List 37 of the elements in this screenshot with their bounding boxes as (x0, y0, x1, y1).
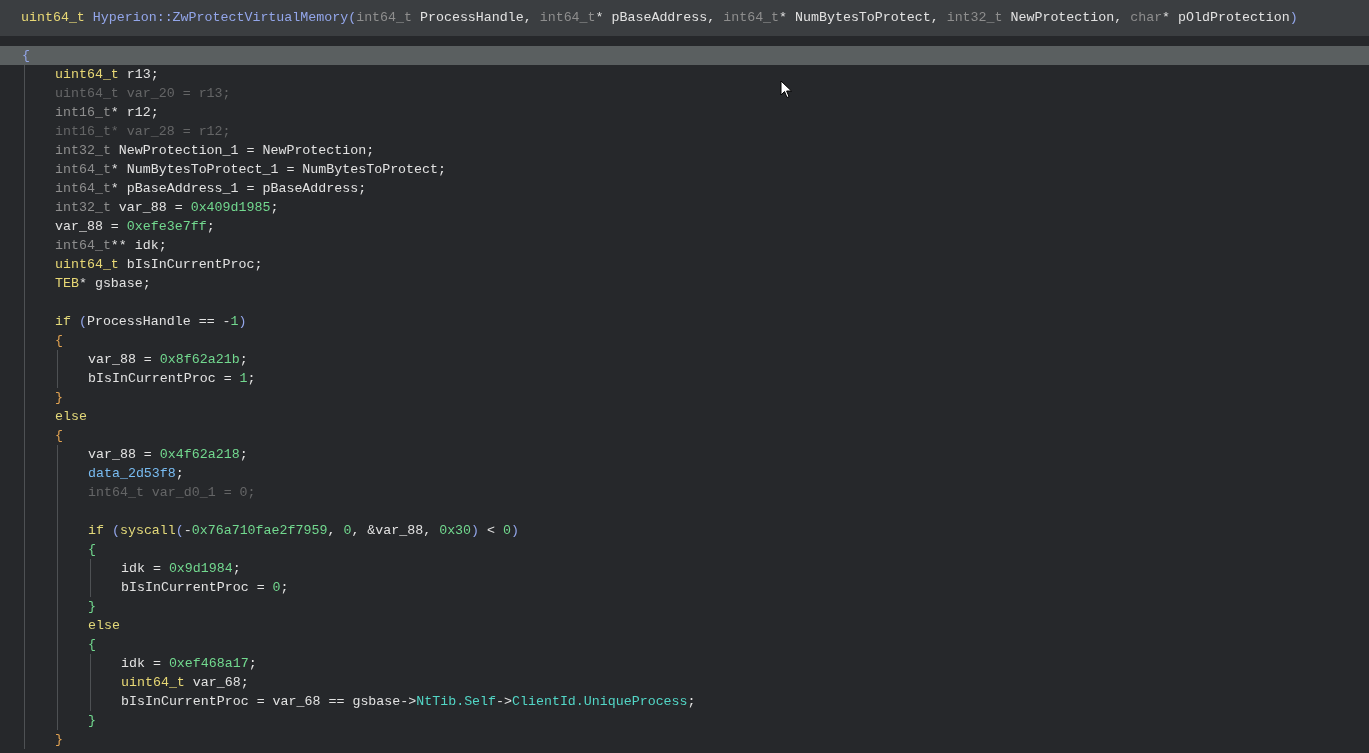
brace: } (88, 711, 96, 730)
code-line: bIsInCurrentProc = var_68 == gsbase->NtTib.Self->ClientId.UniqueProcess; (121, 692, 696, 711)
code-line: else (55, 407, 87, 426)
code-line: if (syscall(-0x76a710fae2f7959, 0, &var_88, 0x30) < 0) (88, 521, 519, 540)
code-line: bIsInCurrentProc = 1; (88, 369, 256, 388)
brace: { (55, 331, 63, 350)
code-line: idk = 0xef468a17; (121, 654, 257, 673)
code-line: int64_t* pBaseAddress_1 = pBaseAddress; (55, 179, 367, 198)
code-line: bIsInCurrentProc = 0; (121, 578, 289, 597)
mouse-cursor-icon (780, 80, 793, 99)
code-line: int64_t** idk; (55, 236, 167, 255)
brace: { (88, 635, 96, 654)
code-line: int32_t NewProtection_1 = NewProtection; (55, 141, 375, 160)
code-line: int16_t* var_28 = r12; (55, 122, 231, 141)
code-line: idk = 0x9d1984; (121, 559, 241, 578)
brace: } (55, 388, 63, 407)
brace: { (55, 426, 63, 445)
code-line: var_88 = 0xefe3e7ff; (55, 217, 215, 236)
brace: } (88, 597, 96, 616)
code-line: data_2d53f8; (88, 464, 184, 483)
code-line: else (88, 616, 120, 635)
function-signature: uint64_t Hyperion::ZwProtectVirtualMemory(int64_t ProcessHandle, int64_t* pBaseAddress, int64_t* NumBytesToProtect, int32_t NewProtection, char* pOldProtection) (21, 9, 1298, 28)
code-line: uint64_t var_68; (121, 673, 249, 692)
code-line: int64_t var_d0_1 = 0; (88, 483, 256, 502)
code-line: uint64_t bIsInCurrentProc; (55, 255, 263, 274)
brace: { (22, 46, 30, 65)
code-line: if (ProcessHandle == -1) (55, 312, 247, 331)
code-line: uint64_t r13; (55, 65, 159, 84)
code-line: var_88 = 0x4f62a218; (88, 445, 248, 464)
brace: } (55, 730, 63, 749)
code-line: int32_t var_88 = 0x409d1985; (55, 198, 279, 217)
code-line: int16_t* r12; (55, 103, 159, 122)
code-line: TEB* gsbase; (55, 274, 151, 293)
code-line: uint64_t var_20 = r13; (55, 84, 231, 103)
code-line: int64_t* NumBytesToProtect_1 = NumBytesToProtect; (55, 160, 446, 179)
brace: { (88, 540, 96, 559)
code-line: var_88 = 0x8f62a21b; (88, 350, 248, 369)
